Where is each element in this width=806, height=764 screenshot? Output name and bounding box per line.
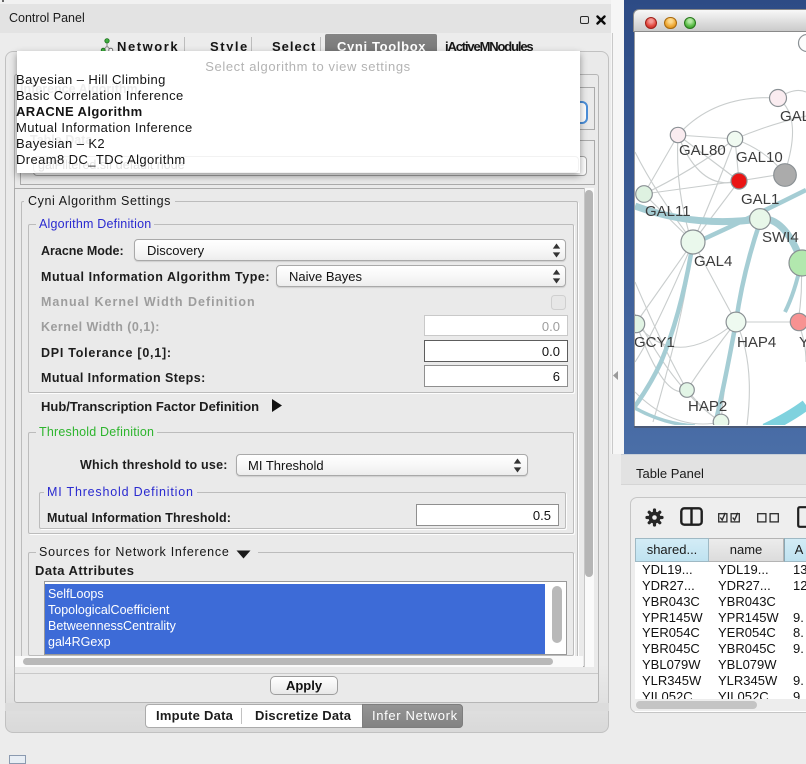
svg-text:GAL10: GAL10	[736, 149, 783, 166]
svg-text:GCY1: GCY1	[635, 334, 675, 351]
svg-text:HAP4: HAP4	[737, 334, 776, 351]
svg-text:GAL1: GAL1	[741, 191, 779, 208]
svg-text:HAP2: HAP2	[688, 398, 727, 415]
svg-text:Y: Y	[799, 334, 806, 351]
svg-text:GAL11: GAL11	[645, 203, 691, 220]
svg-text:SWI4: SWI4	[762, 229, 799, 246]
svg-text:GAL80: GAL80	[679, 142, 726, 159]
svg-text:GAL4: GAL4	[694, 253, 732, 270]
svg-text:GAL7: GAL7	[780, 108, 806, 125]
